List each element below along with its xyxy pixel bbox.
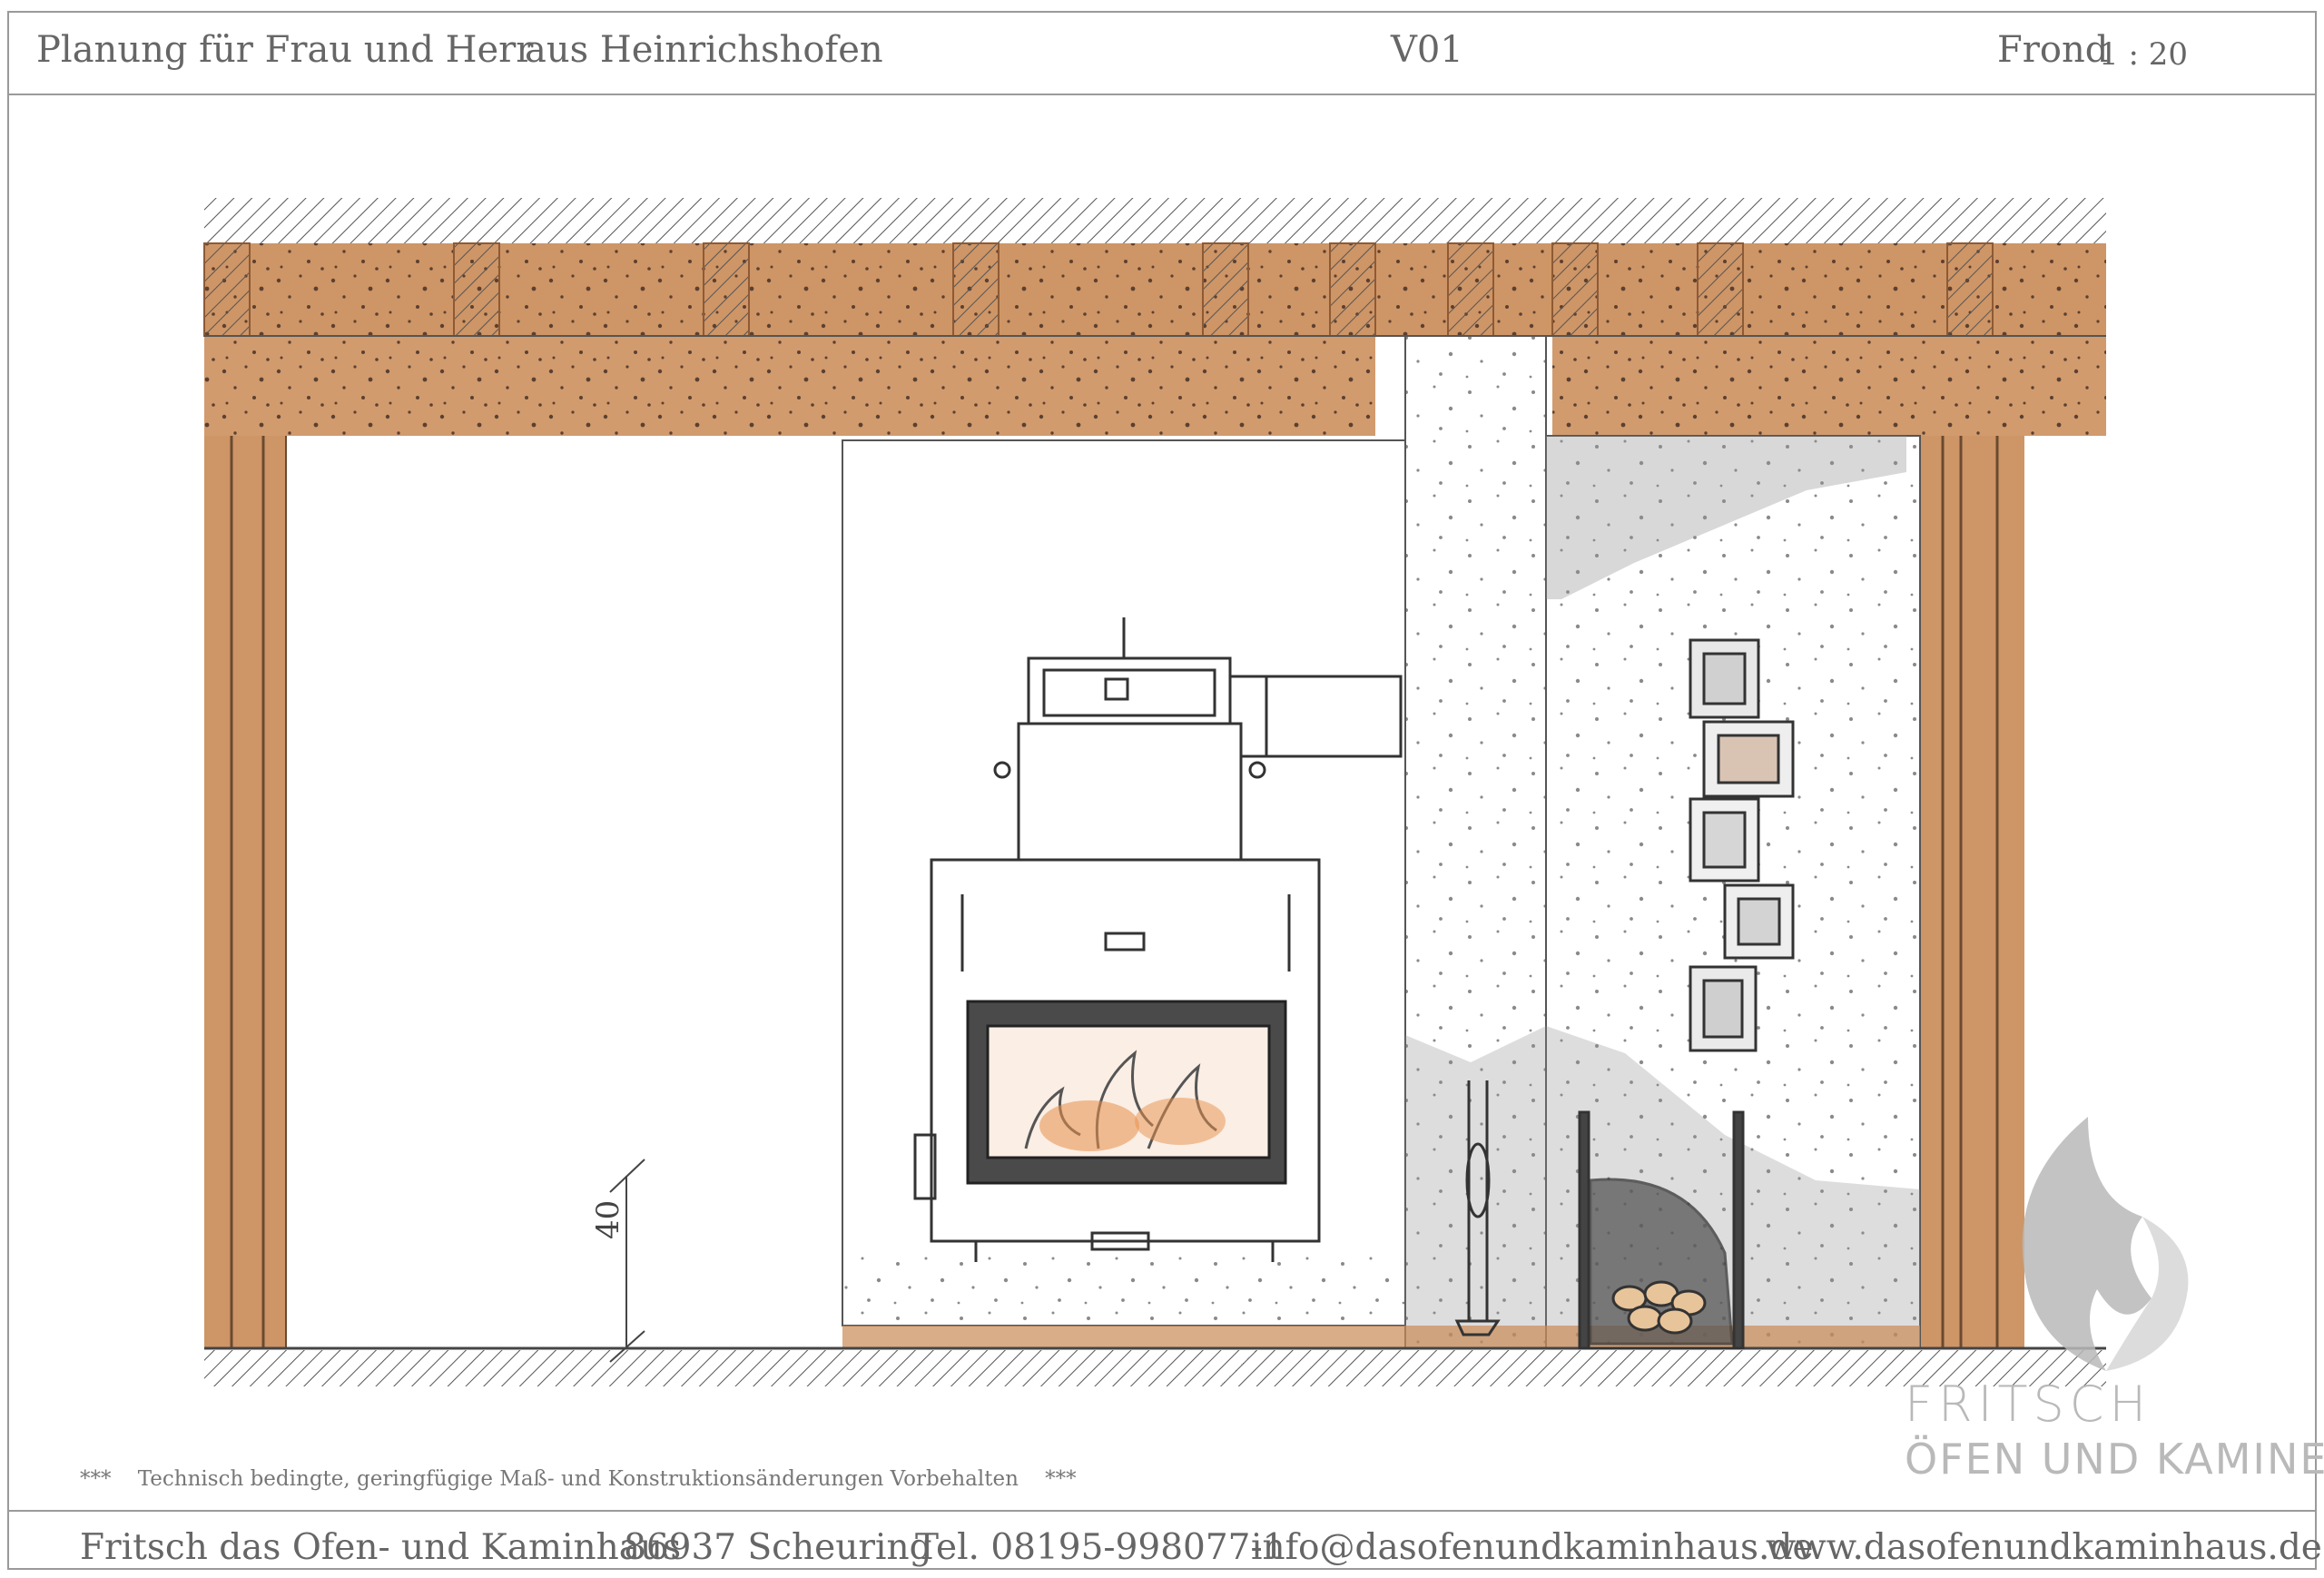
ceiling-hatch — [204, 198, 2106, 243]
floor-hatch — [204, 1350, 2106, 1386]
footer-email[interactable]: info@dasofenundkaminhaus.de — [1251, 1527, 1813, 1568]
footer-phone: Tel. 08195-998077-1 — [915, 1527, 1285, 1568]
dimension-label: 40 — [590, 1199, 626, 1239]
right-post — [1920, 436, 2024, 1348]
footer-company: Fritsch das Ofen- und Kaminhaus — [80, 1527, 682, 1568]
disclaimer-stars-right: *** — [1045, 1467, 1077, 1491]
fireplace-elevation-drawing — [203, 198, 2189, 1386]
footer-address: 86937 Scheuring — [624, 1527, 932, 1568]
left-post — [204, 436, 286, 1348]
logo-brand: FRITSCH — [1905, 1376, 2152, 1433]
height-dimension — [609, 1159, 645, 1363]
disclaimer-note: *** Technisch bedingte, geringfügige Maß… — [80, 1467, 1077, 1491]
logo-tagline: ÖFEN UND KAMINE — [1905, 1435, 2324, 1484]
footer-website[interactable]: www.dasofenundkaminhaus.de — [1766, 1527, 2322, 1568]
flame-logo-icon — [2022, 1117, 2189, 1371]
disclaimer-text: Technisch bedingte, geringfügige Maß- un… — [137, 1467, 1019, 1491]
disclaimer-stars-left: *** — [80, 1467, 112, 1491]
